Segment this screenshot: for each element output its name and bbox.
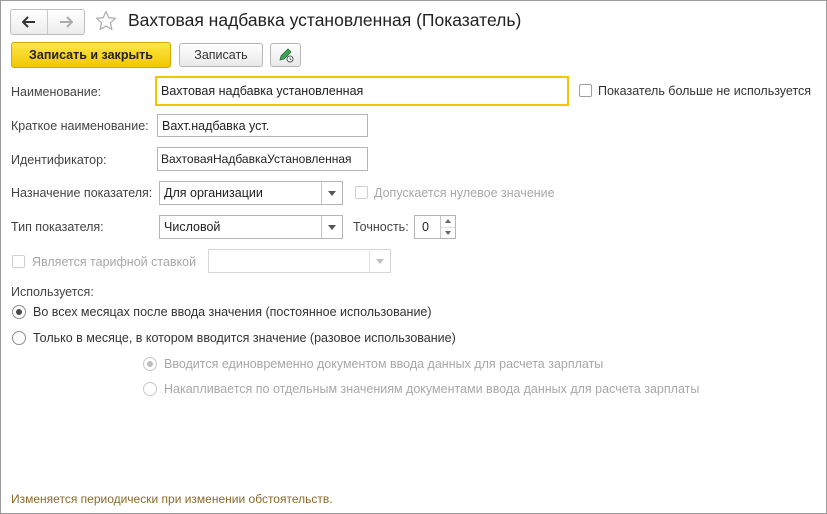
pencil-settings-icon [278, 48, 293, 63]
chevron-down-icon [376, 258, 384, 264]
usage-label: Используется: [11, 285, 94, 299]
usage-once-label: Только в месяце, в котором вводится знач… [33, 331, 456, 345]
precision-decrement-button[interactable] [441, 228, 455, 239]
precision-increment-button[interactable] [441, 216, 455, 228]
star-icon [95, 10, 117, 31]
favorite-button[interactable] [94, 9, 118, 36]
chevron-down-icon [445, 230, 451, 235]
radio-selected-dot [16, 309, 22, 315]
precision-label: Точность: [353, 220, 409, 234]
type-label: Тип показателя: [11, 220, 104, 234]
chevron-down-icon [328, 190, 336, 196]
tariff-checkbox[interactable] [12, 255, 25, 268]
usage-once-radio[interactable] [12, 331, 26, 345]
name-input[interactable]: Вахтовая надбавка установленная [155, 76, 569, 106]
purpose-dropdown-button[interactable] [321, 182, 342, 204]
purpose-label: Назначение показателя: [11, 186, 153, 200]
page-title: Вахтовая надбавка установленная (Показат… [128, 10, 522, 30]
nav-button-group [10, 9, 85, 35]
sub-option-accumulate-radio[interactable] [143, 382, 157, 396]
precision-spin-buttons [440, 216, 455, 238]
forward-button[interactable] [47, 10, 84, 34]
short-name-label: Краткое наименование: [11, 119, 149, 133]
form-window: Вахтовая надбавка установленная (Показат… [0, 0, 827, 514]
tariff-dropdown-button[interactable] [369, 250, 390, 272]
arrow-right-icon [60, 16, 73, 28]
identifier-label: Идентификатор: [11, 153, 107, 167]
tariff-select[interactable] [208, 249, 391, 273]
not-used-label: Показатель больше не используется [598, 84, 812, 98]
sub-option-single-doc-label: Вводится единовременно документом ввода … [164, 357, 604, 371]
purpose-select-value: Для организации [164, 186, 263, 200]
type-select-value: Числовой [164, 220, 221, 234]
chevron-down-icon [328, 224, 336, 230]
radio-selected-dot [147, 361, 153, 367]
identifier-input[interactable]: ВахтоваяНадбавкаУстановленная [157, 147, 368, 171]
precision-stepper[interactable]: 0 [414, 215, 456, 239]
sub-option-single-doc-radio[interactable] [143, 357, 157, 371]
save-and-close-button[interactable]: Записать и закрыть [11, 42, 171, 68]
chevron-up-icon [445, 219, 451, 224]
precision-value: 0 [422, 220, 429, 234]
zero-allowed-label: Допускается нулевое значение [374, 186, 555, 200]
type-dropdown-button[interactable] [321, 216, 342, 238]
purpose-select[interactable]: Для организации [159, 181, 343, 205]
sub-option-accumulate-label: Накапливается по отдельным значениям док… [164, 382, 700, 396]
usage-permanent-label: Во всех месяцах после ввода значения (по… [33, 305, 432, 319]
back-button[interactable] [11, 10, 47, 34]
zero-allowed-checkbox[interactable] [355, 186, 368, 199]
usage-permanent-radio[interactable] [12, 305, 26, 319]
edit-settings-button[interactable] [270, 43, 301, 67]
arrow-left-icon [22, 16, 35, 28]
not-used-checkbox[interactable] [579, 84, 592, 97]
tariff-label: Является тарифной ставкой [32, 255, 197, 269]
save-button[interactable]: Записать [179, 43, 263, 67]
type-select[interactable]: Числовой [159, 215, 343, 239]
footer-note: Изменяется периодически при изменении об… [11, 492, 333, 506]
name-label: Наименование: [11, 85, 102, 99]
short-name-input[interactable]: Вахт.надбавка уст. [157, 114, 368, 137]
